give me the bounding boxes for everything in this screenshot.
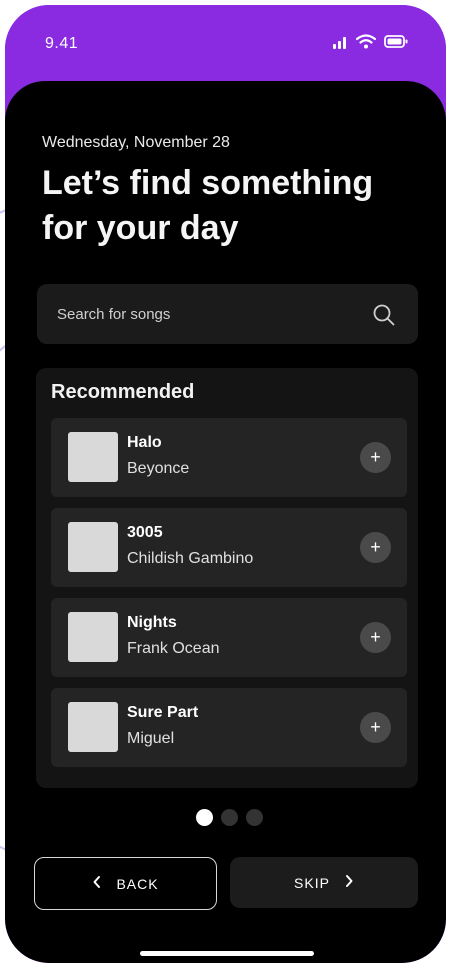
signal-icon xyxy=(332,35,348,54)
main-screen: Wednesday, November 28 Let’s find someth… xyxy=(5,81,446,963)
page-dot[interactable] xyxy=(246,809,263,826)
date-label: Wednesday, November 28 xyxy=(42,134,230,151)
song-row[interactable]: 3005 Childish Gambino + xyxy=(51,508,407,587)
song-row[interactable]: Halo Beyonce + xyxy=(51,418,407,497)
song-row[interactable]: Sure Part Miguel + xyxy=(51,688,407,767)
phone-frame: 9.41 Wednesday, November 28 Let’s find s… xyxy=(5,5,446,963)
song-artist: Miguel xyxy=(127,730,175,747)
home-indicator[interactable] xyxy=(140,951,314,956)
add-song-button[interactable]: + xyxy=(360,712,391,743)
album-thumbnail xyxy=(68,432,118,482)
recommended-title: Recommended xyxy=(51,381,195,403)
album-thumbnail xyxy=(68,522,118,572)
add-song-button[interactable]: + xyxy=(360,622,391,653)
wifi-icon xyxy=(355,34,377,54)
search-bar xyxy=(37,284,418,344)
search-input[interactable] xyxy=(57,284,357,344)
recommended-card: Recommended Halo Beyonce + 3005 Childish… xyxy=(36,368,418,788)
battery-icon xyxy=(384,35,408,53)
song-title: Halo xyxy=(127,434,162,451)
status-time: 9.41 xyxy=(45,35,79,52)
status-icons xyxy=(332,34,408,54)
page-dot[interactable] xyxy=(221,809,238,826)
add-song-button[interactable]: + xyxy=(360,532,391,563)
song-artist: Frank Ocean xyxy=(127,640,220,657)
back-label: BACK xyxy=(116,875,159,892)
page-indicator xyxy=(196,809,263,826)
back-button[interactable]: BACK xyxy=(34,857,217,910)
search-icon[interactable] xyxy=(372,303,396,332)
song-artist: Beyonce xyxy=(127,460,190,477)
song-artist: Childish Gambino xyxy=(127,550,254,567)
album-thumbnail xyxy=(68,612,118,662)
chevron-left-icon xyxy=(92,875,102,892)
page-dot-active[interactable] xyxy=(196,809,213,826)
song-title: Sure Part xyxy=(127,704,199,721)
song-title: Nights xyxy=(127,614,177,631)
page-title: Let’s find something for your day xyxy=(42,164,374,247)
song-title: 3005 xyxy=(127,524,163,541)
skip-button[interactable]: SKIP xyxy=(230,857,418,908)
song-row[interactable]: Nights Frank Ocean + xyxy=(51,598,407,677)
status-bar: 9.41 xyxy=(5,5,446,85)
skip-label: SKIP xyxy=(294,874,330,891)
add-song-button[interactable]: + xyxy=(360,442,391,473)
chevron-right-icon xyxy=(344,874,354,891)
album-thumbnail xyxy=(68,702,118,752)
